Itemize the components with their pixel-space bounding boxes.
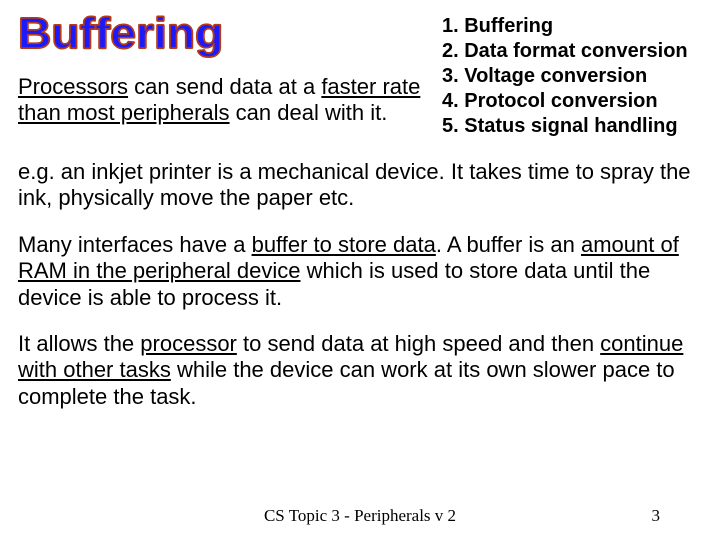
- slide-title: Buffering: [18, 12, 223, 56]
- title-wrap: Buffering: [18, 12, 422, 56]
- p2-a: Many interfaces have a: [18, 232, 252, 257]
- left-column: Buffering Processors can send data at a …: [18, 12, 422, 127]
- intro-underline-processors: Processors: [18, 74, 128, 99]
- intro-text-2: can deal with it.: [230, 100, 388, 125]
- intro-paragraph: Processors can send data at a faster rat…: [18, 74, 422, 127]
- paragraph-example: e.g. an inkjet printer is a mechanical d…: [18, 159, 702, 212]
- list-item: 1. Buffering: [442, 14, 702, 39]
- list-item: 4. Protocol conversion: [442, 89, 702, 114]
- body-content: e.g. an inkjet printer is a mechanical d…: [18, 159, 702, 410]
- p2-c: . A buffer is an: [436, 232, 581, 257]
- list-item: 5. Status signal handling: [442, 114, 702, 139]
- page-number: 3: [652, 506, 661, 526]
- p3-c: to send data at high speed and then: [237, 331, 600, 356]
- paragraph-buffer: Many interfaces have a buffer to store d…: [18, 232, 702, 311]
- list-item: 2. Data format conversion: [442, 39, 702, 64]
- list-item: 3. Voltage conversion: [442, 64, 702, 89]
- p3-a: It allows the: [18, 331, 140, 356]
- topic-list: 1. Buffering 2. Data format conversion 3…: [442, 12, 702, 139]
- top-row: Buffering Processors can send data at a …: [18, 12, 702, 139]
- p3-underline-processor: processor: [140, 331, 237, 356]
- p2-underline-buffer: buffer to store data: [252, 232, 436, 257]
- slide-footer: CS Topic 3 - Peripherals v 2 3: [0, 506, 720, 526]
- paragraph-processor: It allows the processor to send data at …: [18, 331, 702, 410]
- slide: Buffering Processors can send data at a …: [0, 0, 720, 540]
- footer-text: CS Topic 3 - Peripherals v 2: [264, 506, 456, 526]
- intro-text-1: can send data at a: [128, 74, 321, 99]
